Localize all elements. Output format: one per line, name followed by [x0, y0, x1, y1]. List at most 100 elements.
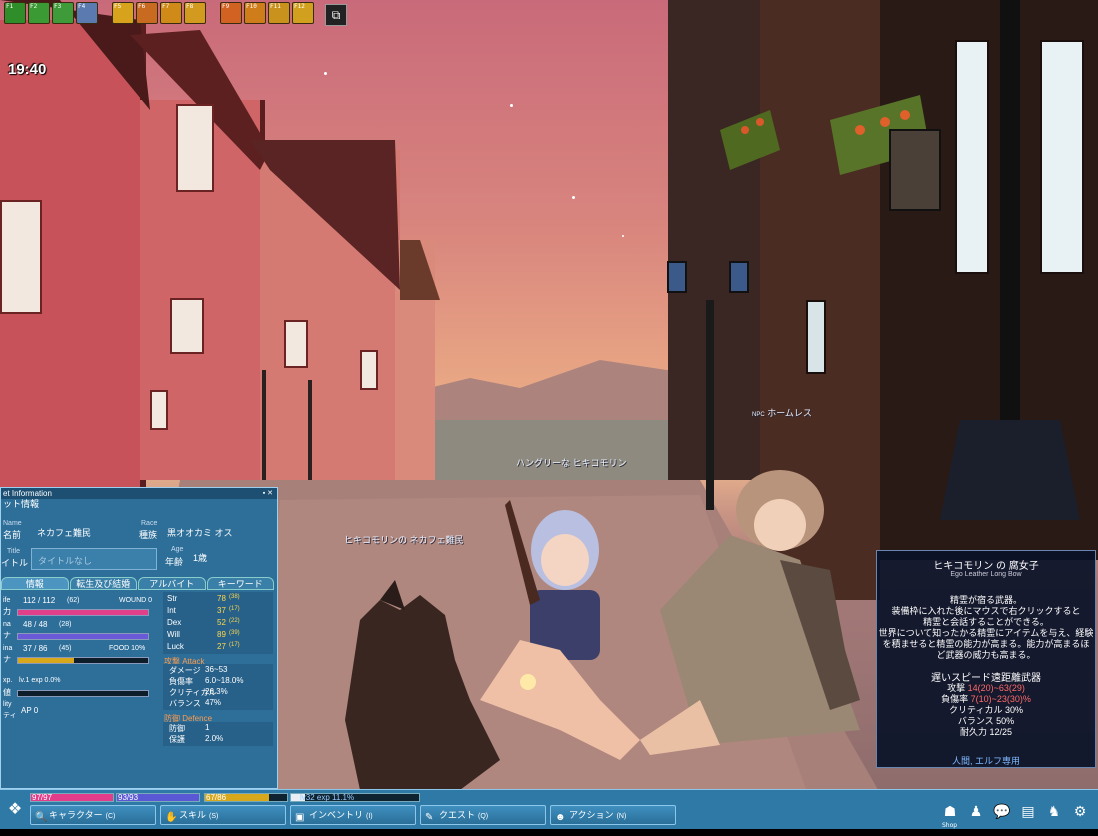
stat-value: 27 — [217, 642, 226, 651]
hotbar-slot[interactable]: F7 — [160, 2, 182, 24]
system-menu-icon[interactable]: ❖ — [4, 796, 26, 822]
hotbar-key-label: F4 — [78, 3, 86, 10]
name-value: ネカフェ難民 — [37, 528, 92, 538]
hp-text: 97/97 — [32, 793, 53, 802]
stat-bonus: (39) — [229, 630, 240, 636]
window-controls-icon[interactable]: ▪ ✕ — [263, 488, 273, 499]
race-label-en: Race — [141, 520, 158, 527]
menu-button[interactable]: ✎ クエスト (Q) — [420, 805, 546, 825]
hotbar-slot[interactable]: F12 — [292, 2, 314, 24]
mana-bar — [17, 633, 149, 640]
hotbar-slot[interactable]: F1 — [4, 2, 26, 24]
title-select[interactable]: タイトルなし — [31, 548, 157, 570]
age-label-jp: 年齢 — [165, 557, 184, 567]
hotbar-slot[interactable]: F5 — [112, 2, 134, 24]
stamina-value: 37 / 86 — [23, 644, 48, 653]
window-titlebar[interactable]: et Information ▪ ✕ — [1, 488, 277, 499]
info-tab[interactable]: 転生及び結婚 — [69, 577, 137, 590]
stat-name: Int — [167, 606, 176, 615]
mp-text: 93/93 — [118, 793, 139, 802]
hotbar-slot[interactable]: F8 — [184, 2, 206, 24]
menu-button[interactable]: ▣ インベントリ (I) — [290, 805, 416, 825]
hotbar-slot[interactable]: F11 — [268, 2, 290, 24]
chat-icon[interactable]: 💬 — [992, 802, 1012, 822]
hotbar-key-label: F3 — [54, 3, 62, 10]
stat-bonus: (17) — [229, 606, 240, 612]
info-tab[interactable]: 情報 — [1, 577, 69, 590]
info-tab[interactable]: アルバイト — [138, 577, 206, 590]
item-english-name: Ego Leather Long Bow — [950, 571, 1022, 578]
hotbar-slot[interactable]: F9 — [220, 2, 242, 24]
stamina-label-jp: ナ — [3, 655, 11, 664]
race-value: 黒オオカミ オス — [167, 528, 233, 538]
menu-button-hotkey: (C) — [105, 813, 116, 820]
menu-button-icon: ✎ — [425, 812, 434, 823]
window-subtitle: ット情報 — [3, 499, 40, 509]
mana-label: na — [3, 621, 11, 628]
stat-value: 89 — [217, 630, 226, 639]
game-clock: 19:40 — [8, 61, 47, 78]
stat-value: 78 — [217, 594, 226, 603]
npc-name: ホームレス — [767, 408, 812, 418]
shop-icon[interactable]: ☗ Shop — [940, 802, 960, 829]
shop-label: Shop — [942, 822, 958, 829]
menu-button[interactable]: ✋ スキル (S) — [160, 805, 286, 825]
pet-info-window[interactable]: et Information ▪ ✕ ット情報 Name 名前 ネカフェ難民 R… — [0, 487, 278, 789]
hotbar-slot[interactable]: F3 — [52, 2, 74, 24]
stat-value: 52 — [217, 618, 226, 627]
life-value: 112 / 112 — [23, 596, 56, 605]
exp-label: xp. — [3, 677, 13, 684]
food-value: FOOD 10% — [109, 645, 146, 652]
info-tab[interactable]: キーワード — [206, 577, 274, 590]
race-label-jp: 種族 — [139, 530, 158, 540]
minimap-toggle-icon[interactable]: ⧉ — [325, 4, 347, 26]
hotbar-gap — [208, 2, 218, 26]
menu-button-hotkey: (I) — [366, 813, 373, 820]
menu-button[interactable]: 🔍 キャラクター (C) — [30, 805, 156, 825]
menu-button-icon: 🔍 — [35, 812, 48, 823]
stat-bonus: (22) — [229, 618, 240, 624]
hotbar-key-label: F12 — [294, 3, 305, 10]
title-label-jp: イトル — [1, 558, 29, 568]
settings-icon[interactable]: ⚙ — [1070, 802, 1090, 822]
hotbar-slot[interactable]: F4 — [76, 2, 98, 24]
party-icon[interactable]: ♟ — [966, 802, 986, 822]
ability-label-jp: ティ — [3, 712, 17, 719]
item-name: ヒキコモリン の 腐女子 — [933, 561, 1039, 572]
hotbar-slot[interactable]: F10 — [244, 2, 266, 24]
hotbar-key-label: F6 — [138, 3, 146, 10]
item-restriction: 人間, エルフ専用 — [951, 756, 1020, 766]
hotbar-slot[interactable]: F6 — [136, 2, 158, 24]
item-durability: 耐久力 12/25 — [959, 727, 1013, 737]
sp-text: 67/86 — [206, 793, 227, 802]
pet-icon[interactable]: ♞ — [1044, 802, 1064, 822]
hotbar-key-label: F1 — [6, 3, 14, 10]
attack-stat-name: バランス — [169, 699, 201, 708]
ap-value: AP 0 — [21, 706, 39, 715]
name-label-en: Name — [3, 520, 22, 527]
menu-button-hotkey: (S) — [209, 813, 219, 820]
defence-stat-value: 1 — [205, 723, 210, 732]
stat-name: Will — [167, 630, 180, 639]
exp-label-jp: 値 — [3, 688, 11, 697]
defence-stats: 防御 1 保護 2.0% — [163, 722, 273, 746]
menu-button-label: インベントリ — [309, 810, 364, 820]
age-label-en: Age — [171, 546, 184, 553]
attack-stat-name: ダメージ — [169, 666, 201, 675]
attack-stats: ダメージ 36~53 負傷率 6.0~18.0% クリティカル 26.3% バランス 47% — [163, 664, 273, 710]
attack-stat-value: 47% — [205, 698, 222, 707]
book-icon[interactable]: ▤ — [1018, 802, 1038, 822]
life-extra: (62) — [67, 597, 80, 604]
hotbar-key-label: F5 — [114, 3, 122, 10]
hotbar-key-label: F9 — [222, 3, 230, 10]
stamina-label: ina — [3, 645, 13, 652]
title-label-en: Title — [7, 548, 20, 555]
name-label-jp: 名前 — [3, 530, 22, 540]
hotbar-slot[interactable]: F2 — [28, 2, 50, 24]
hotbar-key-label: F7 — [162, 3, 170, 10]
menu-button-icon: ☻ — [555, 812, 566, 823]
age-value: 1歳 — [193, 553, 208, 563]
menu-button[interactable]: ☻ アクション (N) — [550, 805, 676, 825]
exp-text: lv32 exp 11.1% — [300, 793, 355, 802]
hotbar-gap — [100, 2, 110, 26]
